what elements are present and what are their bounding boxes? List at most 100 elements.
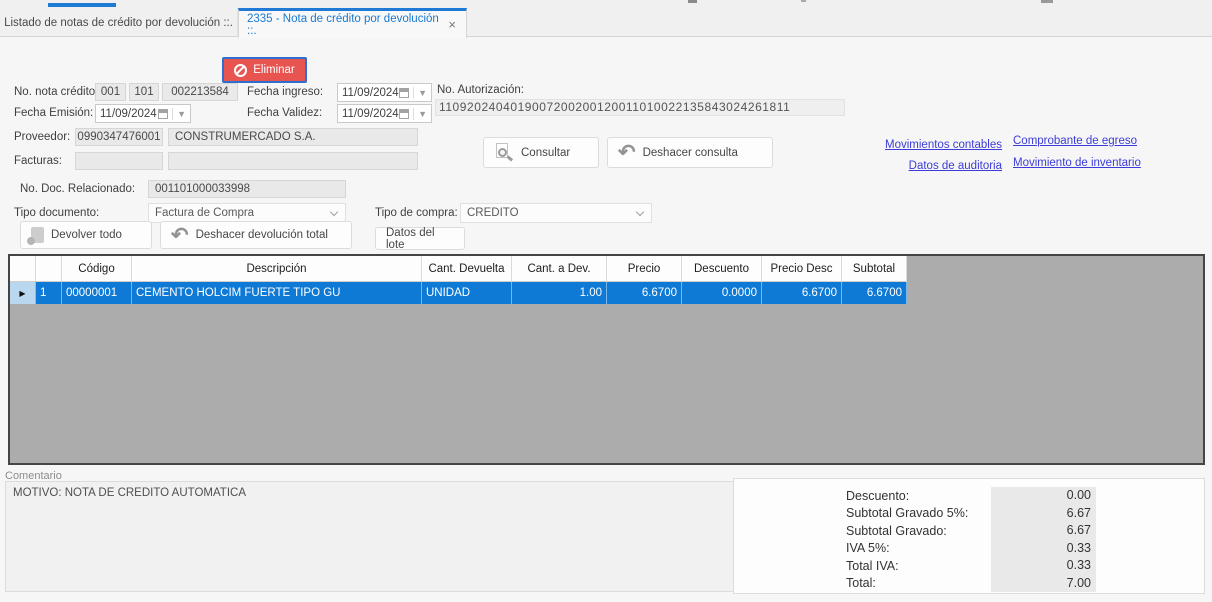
row-selector-arrow-icon: ▶ <box>10 282 36 304</box>
header-row-selector <box>10 256 36 282</box>
items-grid: Código Descripción Cant. Devuelta Cant. … <box>8 254 1205 465</box>
total-label: IVA 5%: <box>846 541 991 555</box>
total-value: 6.67 <box>991 522 1096 540</box>
link-movimiento-inventario[interactable]: Movimiento de inventario <box>1013 157 1141 169</box>
eliminar-label: Eliminar <box>253 64 295 76</box>
devolver-todo-button[interactable]: Devolver todo <box>20 221 152 249</box>
deshacer-consulta-label: Deshacer consulta <box>643 147 738 159</box>
total-label: Subtotal Gravado 5%: <box>846 506 991 520</box>
nota-credito-serie2-field: 101 <box>129 83 159 101</box>
header-descripcion[interactable]: Descripción <box>132 256 422 282</box>
calendar-icon <box>158 109 168 119</box>
total-value: 0.00 <box>991 487 1096 505</box>
tab-label: 2335 - Nota de crédito por devolución ::… <box>247 13 446 37</box>
date-value: 11/09/2024 <box>342 87 399 99</box>
total-row-total-iva: Total IVA: 0.33 <box>734 557 1204 575</box>
chevron-down-icon <box>330 207 338 215</box>
header-subtotal[interactable]: Subtotal <box>842 256 907 282</box>
cell-index: 1 <box>36 282 62 304</box>
eliminar-button[interactable]: Eliminar <box>222 57 307 83</box>
no-doc-relacionado-label: No. Doc. Relacionado: <box>20 183 135 195</box>
no-autorizacion-field: 1109202404019007200200120011010022135843… <box>435 99 845 116</box>
total-label: Total: <box>846 576 991 590</box>
undo-icon: ↶ <box>618 142 636 163</box>
tab-listado-notas-credito[interactable]: Listado de notas de crédito por devoluci… <box>0 8 238 37</box>
selected-value: CREDITO <box>467 207 637 219</box>
fecha-validez-field[interactable]: 11/09/2024 ▼ <box>337 104 432 123</box>
selected-value: Factura de Compra <box>155 207 331 219</box>
cell-descripcion: CEMENTO HOLCIM FUERTE TIPO GU <box>132 282 422 304</box>
toolbar-fragment-blue <box>48 3 116 7</box>
close-icon[interactable]: × <box>446 18 458 31</box>
cell-subtotal: 6.6700 <box>842 282 907 304</box>
calendar-icon <box>399 88 409 98</box>
table-row[interactable]: ▶ 1 00000001 CEMENTO HOLCIM FUERTE TIPO … <box>10 282 907 304</box>
divider <box>413 108 414 120</box>
search-document-icon <box>494 143 514 163</box>
deshacer-consulta-button[interactable]: ↶ Deshacer consulta <box>607 137 773 168</box>
fecha-emision-label: Fecha Emisión: <box>14 107 93 119</box>
consultar-button[interactable]: Consultar <box>483 137 599 168</box>
cell-cant-a-dev: 1.00 <box>512 282 607 304</box>
devolver-todo-label: Devolver todo <box>51 229 122 241</box>
date-value: 11/09/2024 <box>100 108 158 120</box>
toolbar-fragment-icon <box>801 0 806 2</box>
header-precio-desc[interactable]: Precio Desc <box>762 256 842 282</box>
link-datos-auditoria[interactable]: Datos de auditoria <box>909 160 1002 172</box>
calendar-icon <box>399 109 409 119</box>
link-comprobante-egreso[interactable]: Comprobante de egreso <box>1013 135 1137 147</box>
total-value: 0.33 <box>991 540 1096 558</box>
header-precio[interactable]: Precio <box>607 256 682 282</box>
chevron-down-icon[interactable]: ▼ <box>177 109 186 119</box>
total-row-descuento: Descuento: 0.00 <box>734 487 1204 505</box>
header-cant-a-dev[interactable]: Cant. a Dev. <box>512 256 607 282</box>
proveedor-label: Proveedor: <box>14 131 70 143</box>
facturas-field-2 <box>168 152 418 170</box>
no-nota-credito-label: No. nota crédito: <box>14 86 98 98</box>
proveedor-nombre-field: CONSTRUMERCADO S.A. <box>168 128 418 146</box>
total-row-total: Total: 7.00 <box>734 575 1204 593</box>
fecha-emision-field[interactable]: 11/09/2024 ▼ <box>95 104 191 123</box>
cell-descuento: 0.0000 <box>682 282 762 304</box>
header-cant-devuelta[interactable]: Cant. Devuelta <box>422 256 512 282</box>
total-row-subtotal-gravado: Subtotal Gravado: 6.67 <box>734 522 1204 540</box>
date-value: 11/09/2024 <box>342 108 399 120</box>
total-label: Total IVA: <box>846 559 991 573</box>
header-index <box>36 256 62 282</box>
cell-precio: 6.6700 <box>607 282 682 304</box>
chevron-down-icon[interactable]: ▼ <box>418 88 427 98</box>
nota-credito-numero-field: 002213584 <box>162 83 238 101</box>
datos-lote-label: Datos del lote <box>386 227 454 251</box>
grid-header-row: Código Descripción Cant. Devuelta Cant. … <box>10 256 907 282</box>
header-codigo[interactable]: Código <box>62 256 132 282</box>
deshacer-devolucion-total-button[interactable]: ↶ Deshacer devolución total <box>160 221 352 249</box>
total-row-subtotal-gravado-5: Subtotal Gravado 5%: 6.67 <box>734 505 1204 523</box>
tab-nota-credito-2335[interactable]: 2335 - Nota de crédito por devolución ::… <box>238 8 467 38</box>
proveedor-ruc-field: 0990347476001 <box>75 128 163 146</box>
tipo-documento-select[interactable]: Factura de Compra <box>148 203 346 223</box>
total-row-iva-5: IVA 5%: 0.33 <box>734 540 1204 558</box>
tab-bar: Listado de notas de crédito por devoluci… <box>0 8 1212 37</box>
total-label: Subtotal Gravado: <box>846 524 991 538</box>
comentario-textarea[interactable]: MOTIVO: NOTA DE CREDITO AUTOMATICA <box>5 481 755 592</box>
total-value: 0.33 <box>991 557 1096 575</box>
credit-note-window: Listado de notas de crédito por devoluci… <box>0 0 1212 602</box>
facturas-label: Facturas: <box>14 155 62 167</box>
chevron-down-icon[interactable]: ▼ <box>418 109 427 119</box>
link-movimientos-contables[interactable]: Movimientos contables <box>885 139 1002 151</box>
total-label: Descuento: <box>846 489 991 503</box>
divider <box>413 87 414 99</box>
divider <box>172 108 173 120</box>
nota-credito-serie1-field: 001 <box>95 83 126 101</box>
toolbar-fragment-icon <box>688 0 697 3</box>
fecha-ingreso-field[interactable]: 11/09/2024 ▼ <box>337 83 432 102</box>
tipo-documento-label: Tipo documento: <box>14 207 99 219</box>
return-document-icon <box>31 227 44 243</box>
tipo-compra-select[interactable]: CREDITO <box>460 203 652 223</box>
cell-cant-devuelta: UNIDAD <box>422 282 512 304</box>
toolbar-fragment-icon <box>1041 0 1053 3</box>
header-descuento[interactable]: Descuento <box>682 256 762 282</box>
undo-icon: ↶ <box>171 225 189 246</box>
no-autorizacion-label: No. Autorización: <box>437 84 524 96</box>
datos-del-lote-button[interactable]: Datos del lote <box>375 227 465 250</box>
